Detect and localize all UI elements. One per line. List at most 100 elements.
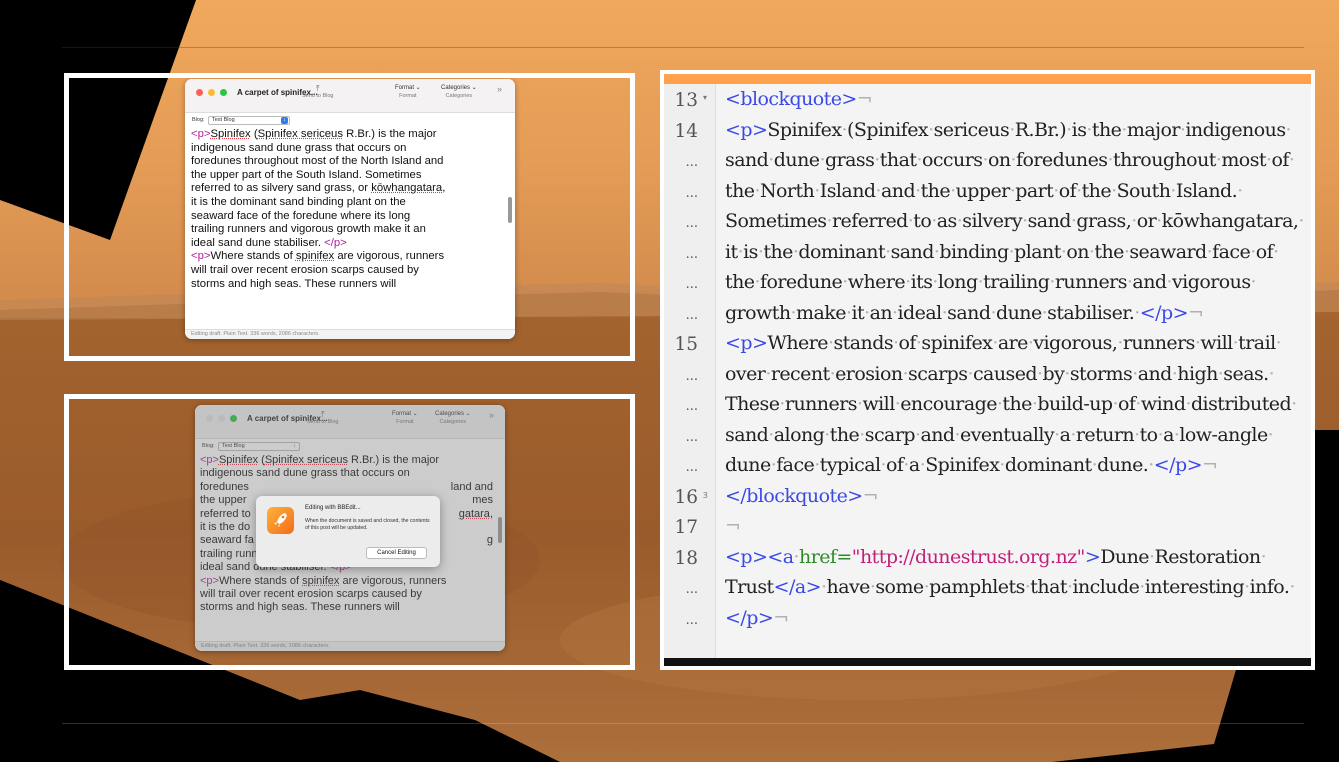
code-line[interactable]: ... dune·face·typical·of·a·Spinifex·domin…	[664, 454, 1311, 484]
fold-toggle-icon[interactable]: ▾	[703, 93, 707, 102]
text-fragment: sand	[725, 423, 769, 446]
bottom-divider-line	[62, 723, 1304, 724]
rocket-icon	[274, 513, 287, 527]
soft-wrap-marker: ...	[685, 399, 698, 414]
fold-toggle-icon[interactable]: Ⳍ	[703, 490, 708, 501]
blog-selector-bar: Blog: Test Blog ↕	[185, 113, 515, 128]
post-body-text-area[interactable]: <p>Spinifex (Spinifex sericeus R.Br.) is…	[185, 128, 515, 318]
toolbar-overflow-chevron-icon[interactable]: »	[489, 410, 494, 420]
code-line[interactable]: ... it·is·the·dominant·sand·binding·plant…	[664, 241, 1311, 271]
text-fragment: indigenous	[1185, 118, 1286, 141]
body-line: foredunes throughout most of the North I…	[191, 155, 444, 168]
text-fragment: pamphlets	[929, 576, 1025, 598]
text-token: it·is·the·dominant·sand·binding·plant·on…	[725, 241, 1279, 263]
code-line[interactable]: ... the·foredune·where·its·long·trailing·…	[664, 271, 1311, 301]
html-tag-token: </p>	[1139, 301, 1189, 324]
code-line[interactable]: ... </p>¬	[664, 607, 1311, 637]
send-to-blog-button[interactable]: ⤒ Send to Blog	[307, 410, 339, 425]
text-fragment: trailing	[983, 271, 1050, 293]
text-fragment: the	[920, 179, 951, 202]
share-upload-icon: ⤒	[315, 84, 320, 93]
blog-editor-window: A carpet of spinifex... ⤒ Send to Blog F…	[185, 79, 515, 339]
blog-select[interactable]: Test Blog ↕	[208, 116, 290, 125]
code-text: </p>¬	[725, 607, 789, 629]
format-popup-button[interactable]: Format ⌄ Format	[392, 410, 418, 425]
body-line: <p>Spinifex (Spinifex sericeus R.Br.) is…	[191, 128, 503, 142]
code-line[interactable]: 14 <p>Spinifex·(Spinifex·sericeus·R.Br.)·…	[664, 119, 1311, 149]
toolbar-overflow-chevron-icon[interactable]: »	[497, 84, 502, 94]
format-label: Format	[396, 419, 414, 425]
visible-space-marker: ·	[1273, 240, 1279, 263]
text-fragment: its	[910, 271, 933, 293]
line-number: 18	[674, 547, 698, 569]
format-label: Format	[399, 93, 417, 99]
code-text: dune·face·typical·of·a·Spinifex·dominant…	[725, 454, 1218, 476]
code-line[interactable]: 15 <p>Where·stands·of·spinifex·are·vigoro…	[664, 332, 1311, 362]
code-line[interactable]: ... These·runners·will·encourage·the·buil…	[664, 393, 1311, 423]
soft-wrap-marker: ...	[685, 185, 698, 201]
soft-wrap-marker: ...	[685, 582, 698, 597]
close-window-button[interactable]	[206, 415, 213, 422]
close-window-button[interactable]	[196, 89, 203, 96]
code-line[interactable]: ... sand·along·the·scarp·and·eventually·a…	[664, 424, 1311, 454]
minimize-window-button[interactable]	[218, 415, 225, 422]
zoom-window-button[interactable]	[220, 89, 227, 96]
body-line: ideal sand dune stabiliser. </p>	[191, 237, 503, 251]
code-line[interactable]: ... the·North·Island·and·the·upper·part·o…	[664, 180, 1311, 210]
categories-popup-button[interactable]: Categories ⌄ Categories	[441, 84, 477, 99]
bbedit-code-editor[interactable]: 13 ▾ <blockquote>¬ 14 <p>Spinifex·(Spinifex·…	[664, 84, 1311, 658]
code-line[interactable]: ... growth·make·it·an·ideal·sand·dune·sta…	[664, 302, 1311, 332]
text-fragment: silvery	[962, 210, 1023, 232]
code-line[interactable]: ... Trust</a>·have·some·pamphlets·that·in…	[664, 576, 1311, 606]
visible-space-marker: ·	[1289, 576, 1295, 598]
code-line[interactable]: ... Sometimes·referred·to·as·silvery·sand…	[664, 210, 1311, 240]
visible-space-marker: ·	[1267, 423, 1274, 446]
code-text: growth·make·it·an·ideal·sand·dune·stabil…	[725, 301, 1204, 324]
vertical-scrollbar-thumb[interactable]	[508, 197, 512, 223]
text-fragment: stands	[833, 332, 894, 354]
minimize-window-button[interactable]	[208, 89, 215, 96]
send-to-blog-button[interactable]: ⤒ Send to Blog	[302, 84, 334, 99]
code-text: <p>Where·stands·of·spinifex·are·vigorous…	[725, 332, 1282, 354]
text-fragment: the	[725, 179, 755, 202]
text-fragment: Island	[819, 179, 876, 202]
zoom-window-button[interactable]	[230, 415, 237, 422]
text-fragment: is	[1071, 118, 1087, 141]
visible-space-marker: ·	[1298, 210, 1304, 232]
code-text: Trust</a>·have·some·pamphlets·that·inclu…	[725, 576, 1295, 598]
code-text: sand·along·the·scarp·and·eventually·a·re…	[725, 423, 1274, 446]
code-line[interactable]: 13 ▾ <blockquote>¬	[664, 88, 1311, 118]
text-fragment: the	[1094, 240, 1124, 263]
code-line[interactable]: 18 <p><a · href="http://dunestrust.org.nz">…	[664, 546, 1311, 576]
categories-label: Categories	[439, 419, 467, 425]
blog-select-value: Test Blog	[212, 117, 235, 123]
text-fragment: it	[725, 240, 738, 263]
text-fragment: face	[1212, 240, 1251, 263]
code-line[interactable]: ... over·recent·erosion·scarps·caused·by·…	[664, 363, 1311, 393]
text-fragment: on	[987, 149, 1011, 171]
code-line[interactable]: 17 ¬	[664, 515, 1311, 545]
blog-select[interactable]: Test Blog ↕	[218, 442, 300, 451]
text-fragment: Spinifex	[925, 454, 1000, 476]
soft-wrap-marker: ...	[685, 277, 698, 292]
text-token: ·have·some·pamphlets·that·include·intere…	[821, 576, 1295, 598]
format-popup-button[interactable]: Format ⌄ Format	[395, 84, 421, 99]
text-fragment: of	[1058, 179, 1077, 202]
cancel-editing-button[interactable]: Cancel Editing	[366, 547, 427, 559]
code-text: <p><a · href="http://dunestrust.org.nz">Du…	[725, 546, 1267, 568]
editor-bottom-edge	[664, 658, 1311, 666]
blog-selector-bar: Blog: Test Blog ↕	[195, 439, 505, 454]
categories-popup-button[interactable]: Categories ⌄ Categories	[435, 410, 471, 425]
dialog-message: When the document is saved and closed, t…	[305, 518, 430, 531]
text-fragment: grass	[824, 149, 875, 171]
text-fragment: a	[908, 454, 920, 476]
text-fragment: will	[1200, 332, 1233, 354]
vertical-scrollbar-thumb[interactable]	[498, 517, 502, 543]
text-fragment: caused	[972, 362, 1038, 385]
code-line[interactable]: 16 Ⳍ </blockquote>¬	[664, 485, 1311, 515]
text-fragment: to	[1139, 423, 1159, 446]
code-line[interactable]: ... sand·dune·grass·that·occurs·on·foredu…	[664, 149, 1311, 179]
soft-wrap-marker: ...	[685, 368, 698, 384]
text-fragment: referred	[832, 210, 908, 232]
body-text: are vigorous, runners	[334, 250, 445, 263]
